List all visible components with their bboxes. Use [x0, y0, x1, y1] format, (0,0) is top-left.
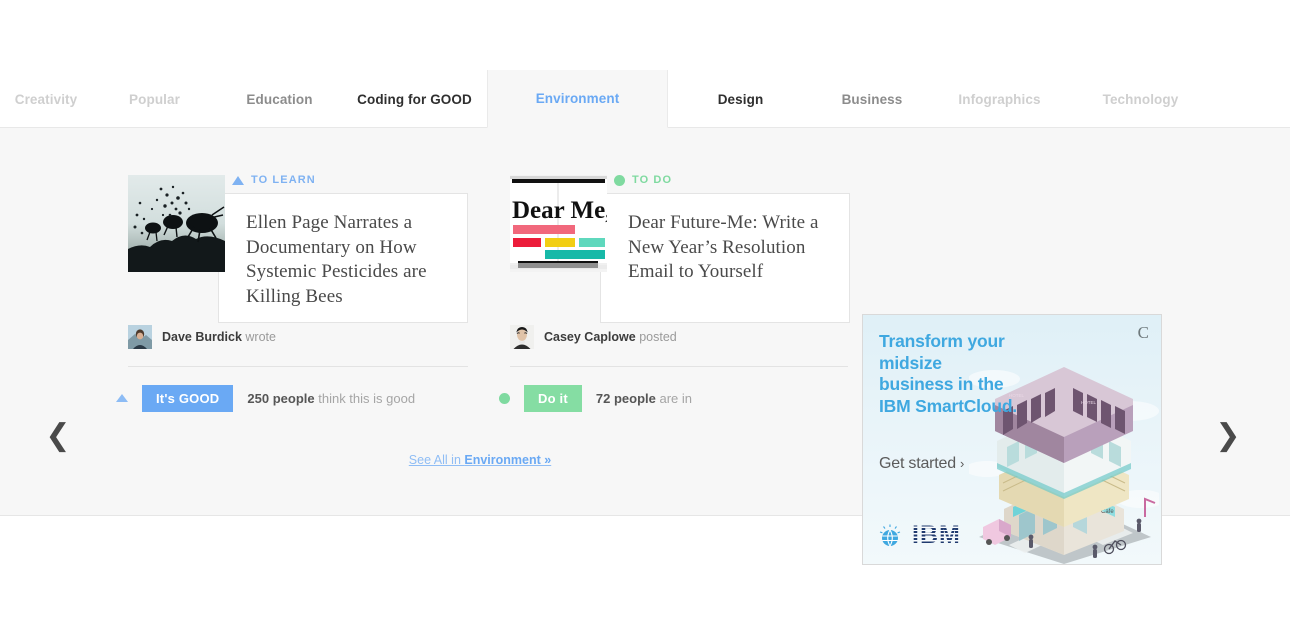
ad-cta-link[interactable]: Get started › — [879, 455, 964, 473]
story-card: Dear Me, TO DO Dear Future-Me: Write a N… — [510, 128, 850, 288]
nav-label: Environment — [536, 91, 620, 106]
circle-icon — [494, 393, 514, 404]
svg-text:HOTEL: HOTEL — [1081, 400, 1097, 405]
card-action-count: 250 people — [247, 391, 314, 406]
nav-item-business[interactable]: Business — [813, 70, 931, 128]
ibm-logo: IBM — [877, 521, 961, 550]
card-action-text: 250 people think this is good — [247, 391, 415, 406]
carousel-prev-arrow-icon[interactable]: ❮ — [38, 416, 78, 456]
card-header: Dear Me, TO DO Dear Future-Me: Write a N… — [510, 128, 850, 288]
do-it-button[interactable]: Do it — [524, 385, 582, 412]
card-author-line: Dave Burdick wrote — [162, 330, 276, 344]
its-good-button[interactable]: It's GOOD — [142, 385, 233, 412]
card-divider — [510, 366, 848, 367]
nav-label: Business — [842, 92, 903, 107]
avatar-photo — [128, 325, 152, 349]
chevron-right-icon: › — [960, 456, 964, 471]
nav-label: Infographics — [958, 92, 1040, 107]
nav-item-creativity[interactable]: Creativity — [0, 70, 92, 128]
card-title-box[interactable]: Dear Future-Me: Write a New Year’s Resol… — [600, 193, 850, 323]
story-card: TO LEARN Ellen Page Narrates a Documenta… — [128, 128, 468, 288]
card-tag: TO LEARN — [232, 172, 316, 188]
nav-label: Creativity — [15, 92, 78, 107]
ad-headline: Transform your midsize business in the I… — [879, 331, 1019, 417]
card-title: Dear Future-Me: Write a New Year’s Resol… — [628, 211, 833, 285]
ibm-wordmark: IBM — [912, 521, 961, 550]
nav-item-coding-for-good[interactable]: Coding for GOOD — [342, 70, 487, 128]
card-action-text: 72 people are in — [596, 391, 692, 406]
card-author-verb: posted — [639, 330, 677, 344]
card-tag-label: TO LEARN — [251, 174, 316, 186]
card-byline: Casey Caplowe posted — [510, 324, 677, 350]
avatar[interactable] — [128, 325, 152, 349]
nav-label: Education — [246, 92, 312, 107]
card-action-row: It's GOOD 250 people think this is good — [112, 384, 415, 412]
card-divider — [128, 366, 468, 367]
see-all-link[interactable]: See All in Environment » — [0, 453, 960, 467]
nav-label: Popular — [129, 92, 180, 107]
nav-item-education[interactable]: Education — [217, 70, 342, 128]
card-tag-label: TO DO — [632, 174, 672, 186]
card-action-row: Do it 72 people are in — [494, 384, 692, 412]
card-action-suffix: think this is good — [318, 391, 415, 406]
card-tag: TO DO — [614, 172, 672, 188]
card-author-line: Casey Caplowe posted — [544, 330, 677, 344]
svg-text:Dear Me,: Dear Me, — [512, 197, 607, 224]
page-root: Creativity Popular Education Coding for … — [0, 0, 1290, 632]
avatar-photo — [510, 325, 534, 349]
ibm-globe-icon — [877, 523, 903, 549]
ibm-smartcloud-ad[interactable]: CafeCafe HOTELHOTEL — [862, 314, 1162, 565]
nav-item-popular[interactable]: Popular — [92, 70, 217, 128]
see-all-prefix: See All in — [409, 453, 465, 467]
card-action-suffix: are in — [659, 391, 692, 406]
card-header: TO LEARN Ellen Page Narrates a Documenta… — [128, 128, 468, 288]
dear-me-artwork: Dear Me, — [510, 175, 607, 272]
card-byline: Dave Burdick wrote — [128, 324, 276, 350]
circle-icon — [614, 175, 625, 186]
bees-silhouette-thumbnail[interactable] — [128, 175, 225, 272]
card-title-box[interactable]: Ellen Page Narrates a Documentary on How… — [218, 193, 468, 323]
see-all-category: Environment » — [464, 453, 551, 467]
ad-refresh-icon[interactable]: C — [1138, 323, 1149, 343]
nav-label: Technology — [1103, 92, 1179, 107]
card-action-count: 72 people — [596, 391, 656, 406]
triangle-up-icon — [232, 176, 244, 185]
card-author-name: Dave Burdick — [162, 330, 242, 344]
avatar[interactable] — [510, 325, 534, 349]
dear-me-book-thumbnail[interactable]: Dear Me, — [510, 175, 607, 272]
nav-label: Coding for GOOD — [357, 92, 472, 107]
card-author-verb: wrote — [245, 330, 276, 344]
ad-cta-label: Get started — [879, 455, 956, 472]
category-nav: Creativity Popular Education Coding for … — [0, 70, 1290, 128]
card-author-name: Casey Caplowe — [544, 330, 636, 344]
carousel-section: ❮ ❯ — [0, 128, 1290, 516]
card-title: Ellen Page Narrates a Documentary on How… — [246, 211, 451, 309]
bees-artwork — [128, 175, 225, 272]
triangle-up-icon — [112, 394, 132, 402]
carousel-next-arrow-icon[interactable]: ❯ — [1208, 416, 1248, 456]
nav-item-infographics[interactable]: Infographics — [931, 70, 1068, 128]
nav-item-design[interactable]: Design — [668, 70, 813, 128]
nav-item-technology[interactable]: Technology — [1068, 70, 1213, 128]
nav-item-environment[interactable]: Environment — [487, 70, 668, 128]
nav-label: Design — [718, 92, 764, 107]
